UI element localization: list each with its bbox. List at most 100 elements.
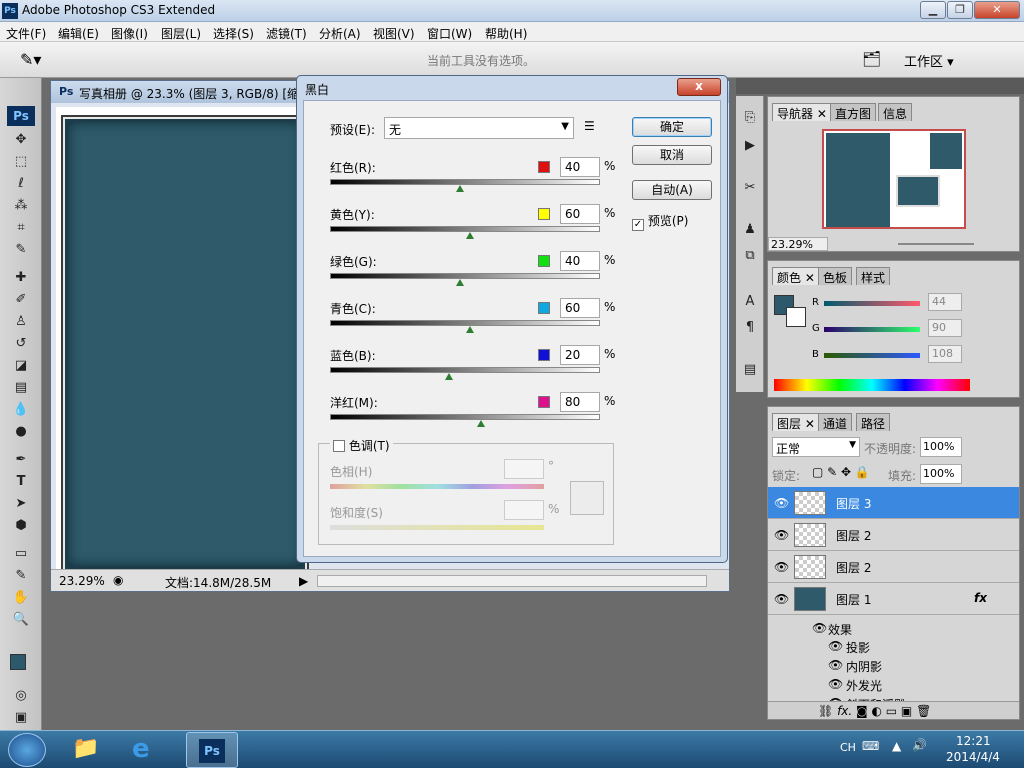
history-brush-icon[interactable]: ↺ (10, 334, 32, 354)
layer-comps-icon[interactable]: ▤ (740, 360, 760, 380)
preview-checkbox[interactable]: ✓ (632, 219, 644, 231)
effect-eye-icon[interactable]: 👁 (828, 639, 843, 653)
yellow-slider-track[interactable] (330, 226, 600, 232)
fill-input[interactable]: 100% (920, 464, 962, 484)
layer-row[interactable]: 👁 图层 2 (768, 551, 1019, 583)
preset-options-icon[interactable]: ☰ (584, 119, 595, 133)
photoshop-taskbar-button[interactable]: Ps (186, 732, 238, 768)
layer-row[interactable]: 👁 图层 3 (768, 487, 1019, 519)
color-bg-swatch[interactable] (786, 307, 806, 327)
effect-item[interactable]: 投影 (846, 639, 870, 656)
dodge-tool-icon[interactable]: ● (10, 422, 32, 442)
path-select-icon[interactable]: ➤ (10, 494, 32, 514)
screen-mode-icon[interactable]: ▣ (10, 708, 32, 728)
red-slider-track[interactable] (330, 179, 600, 185)
preset-select[interactable]: 无 ▼ (384, 117, 574, 139)
magenta-value-input[interactable]: 80 (560, 392, 600, 412)
green-slider-track[interactable] (330, 273, 600, 279)
menu-file[interactable]: 文件(F) (6, 25, 46, 42)
r-slider[interactable] (824, 301, 920, 306)
tab-histogram[interactable]: 直方图 (830, 103, 877, 121)
tab-layers[interactable]: 图层 ✕ (772, 413, 820, 431)
pen-tool-icon[interactable]: ✒ (10, 450, 32, 470)
r-value[interactable]: 44 (928, 293, 962, 311)
blend-mode-select[interactable]: 正常 ▼ (772, 437, 860, 457)
move-tool-icon[interactable]: ✥ (10, 130, 32, 150)
minimize-button[interactable]: ▁ (920, 1, 946, 19)
magenta-slider-track[interactable] (330, 414, 600, 420)
eyedropper-tool-icon[interactable]: ✎▾ (20, 50, 41, 69)
tint-checkbox[interactable] (333, 440, 345, 452)
lock-icons[interactable]: ▢ ✎ ✥ 🔒 (812, 465, 870, 479)
workspace-button[interactable]: 工作区 ▾ (904, 51, 954, 70)
add-style-icon[interactable]: fx. (837, 704, 852, 718)
menu-analysis[interactable]: 分析(A) (319, 25, 361, 42)
brushes-panel-icon[interactable]: ♟ (740, 220, 760, 240)
close-window-button[interactable]: ✕ (974, 1, 1020, 19)
menu-window[interactable]: 窗口(W) (427, 25, 472, 42)
gradient-tool-icon[interactable]: ▤ (10, 378, 32, 398)
hand-tool-icon[interactable]: ✋ (10, 588, 32, 608)
brush-tool-icon[interactable]: ✐ (10, 290, 32, 310)
start-button[interactable] (8, 733, 46, 767)
blue-value-input[interactable]: 20 (560, 345, 600, 365)
character-panel-icon[interactable]: A (740, 292, 760, 312)
zoom-tool-icon[interactable]: 🔍 (10, 610, 32, 630)
menu-help[interactable]: 帮助(H) (485, 25, 527, 42)
cancel-button[interactable]: 取消 (632, 145, 712, 165)
shape-tool-icon[interactable]: ⬢ (10, 516, 32, 536)
canvas-image[interactable] (65, 119, 305, 569)
keyboard-icon[interactable]: ⌨ (862, 739, 879, 753)
tab-color[interactable]: 颜色 ✕ (772, 267, 820, 285)
auto-button[interactable]: 自动(A) (632, 180, 712, 200)
healing-tool-icon[interactable]: ✚ (10, 268, 32, 288)
layer-row[interactable]: 👁 图层 1 fx (768, 583, 1019, 615)
maximize-button[interactable]: ❐ (947, 1, 973, 19)
input-language[interactable]: CH (840, 741, 856, 754)
type-tool-icon[interactable]: T (10, 472, 32, 492)
effect-item[interactable]: 外发光 (846, 677, 882, 694)
menu-edit[interactable]: 编辑(E) (58, 25, 99, 42)
tab-paths[interactable]: 路径 (856, 413, 891, 431)
visibility-eye-icon[interactable]: 👁 (774, 528, 789, 542)
tab-info[interactable]: 信息 (878, 103, 913, 121)
yellow-value-input[interactable]: 60 (560, 204, 600, 224)
effect-eye-icon[interactable]: 👁 (828, 658, 843, 672)
blue-slider-thumb[interactable] (444, 373, 453, 380)
menu-filter[interactable]: 滤镜(T) (266, 25, 307, 42)
horizontal-scrollbar[interactable] (317, 575, 707, 587)
g-slider[interactable] (824, 327, 920, 332)
visibility-eye-icon[interactable]: 👁 (774, 496, 789, 510)
tool-presets-icon[interactable]: ✂ (740, 178, 760, 198)
dialog-close-button[interactable]: x (677, 78, 721, 96)
saturation-track[interactable] (330, 525, 544, 530)
b-value[interactable]: 108 (928, 345, 962, 363)
clock-time[interactable]: 12:21 (956, 734, 991, 748)
menu-image[interactable]: 图像(I) (111, 25, 148, 42)
tab-swatches[interactable]: 色板 (818, 267, 853, 285)
opacity-input[interactable]: 100% (920, 437, 962, 457)
zoom-readout[interactable]: 23.29% (59, 574, 105, 588)
history-panel-icon[interactable]: ⎘ (740, 108, 760, 128)
paragraph-panel-icon[interactable]: ¶ (740, 318, 760, 338)
ie-taskbar-icon[interactable]: e (132, 734, 166, 764)
explorer-taskbar-icon[interactable]: 📁 (72, 736, 106, 764)
g-value[interactable]: 90 (928, 319, 962, 337)
effect-item[interactable]: 内阴影 (846, 658, 882, 675)
cyan-value-input[interactable]: 60 (560, 298, 600, 318)
color-spectrum[interactable] (774, 379, 970, 391)
lasso-tool-icon[interactable]: ℓ (10, 174, 32, 194)
blur-tool-icon[interactable]: 💧 (10, 400, 32, 420)
visibility-eye-icon[interactable]: 👁 (774, 592, 789, 606)
eraser-tool-icon[interactable]: ◪ (10, 356, 32, 376)
crop-tool-icon[interactable]: ⌗ (10, 218, 32, 238)
effects-eye-icon[interactable]: 👁 (812, 621, 827, 635)
magenta-slider-thumb[interactable] (477, 420, 486, 427)
blue-slider-track[interactable] (330, 367, 600, 373)
hue-track[interactable] (330, 484, 544, 489)
actions-panel-icon[interactable]: ▶ (740, 136, 760, 156)
hue-input[interactable] (504, 459, 544, 479)
status-menu-icon[interactable]: ◉ (113, 573, 123, 587)
saturation-input[interactable] (504, 500, 544, 520)
eyedropper-icon[interactable]: ✎ (10, 240, 32, 260)
